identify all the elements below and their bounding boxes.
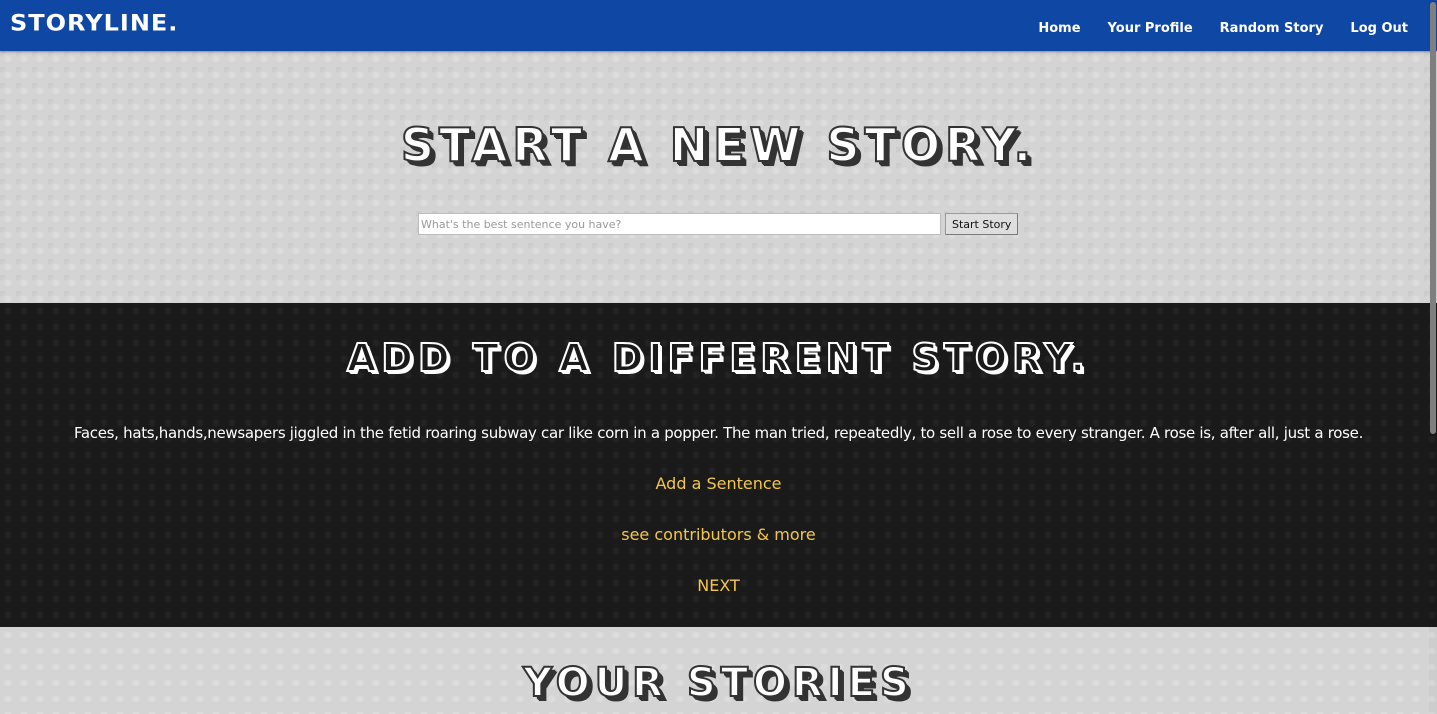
start-story-button[interactable]: Start Story — [945, 213, 1019, 235]
top-navbar: STORYLINE. Home Your Profile Random Stor… — [0, 0, 1437, 51]
next-story-link[interactable]: NEXT — [697, 576, 740, 595]
add-sentence-link[interactable]: Add a Sentence — [656, 474, 782, 493]
next-link-row: NEXT — [0, 575, 1437, 597]
nav-link-home[interactable]: Home — [1038, 20, 1080, 38]
new-story-form: Start Story — [418, 213, 1019, 235]
contributors-link-row: see contributors & more — [0, 524, 1437, 546]
site-logo[interactable]: STORYLINE. — [10, 9, 178, 37]
page-scrollbar[interactable] — [1429, 0, 1437, 714]
nav-link-random-story[interactable]: Random Story — [1220, 20, 1324, 38]
nav-link-your-profile[interactable]: Your Profile — [1108, 20, 1193, 38]
story-text: Faces, hats,hands,newsapers jiggled in t… — [73, 424, 1364, 442]
see-contributors-link[interactable]: see contributors & more — [621, 525, 816, 544]
first-sentence-input[interactable] — [418, 213, 941, 235]
your-stories-section: YOUR STORIES — [0, 627, 1437, 714]
nav-link-log-out[interactable]: Log Out — [1350, 20, 1408, 38]
add-sentence-link-row: Add a Sentence — [0, 473, 1437, 495]
scrollbar-thumb[interactable] — [1430, 2, 1436, 434]
nav-links: Home Your Profile Random Story Log Out — [1038, 20, 1408, 38]
start-new-story-section: START A NEW STORY. Start Story — [0, 51, 1437, 303]
add-to-story-section: ADD TO A DIFFERENT STORY. Faces, hats,ha… — [0, 303, 1437, 627]
your-stories-heading: YOUR STORIES — [522, 659, 914, 707]
add-to-story-heading: ADD TO A DIFFERENT STORY. — [346, 335, 1090, 381]
start-new-story-heading: START A NEW STORY. — [400, 117, 1037, 173]
